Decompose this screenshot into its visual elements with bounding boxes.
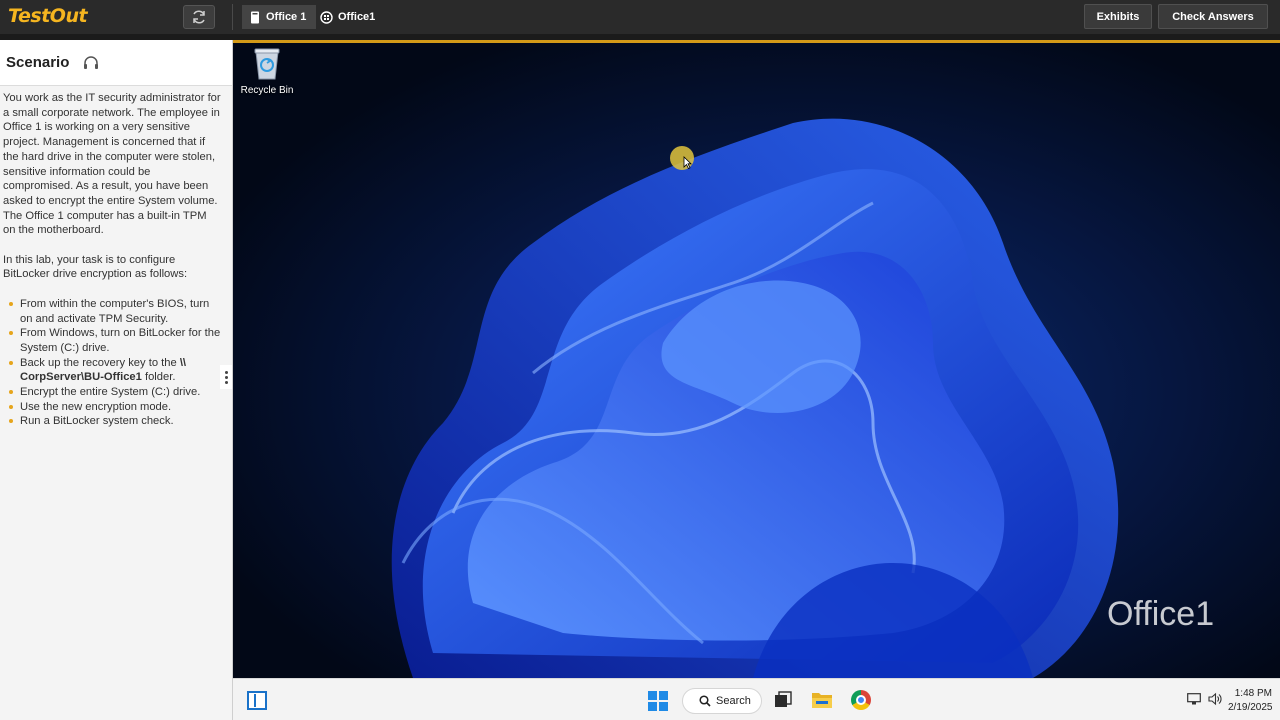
widgets-icon[interactable] — [247, 691, 267, 710]
desktop-icon-recycle-bin[interactable]: Recycle Bin — [238, 46, 296, 96]
headphones-icon[interactable] — [83, 55, 99, 70]
task-item: From within the computer's BIOS, turn on… — [3, 297, 222, 326]
scenario-paragraph: In this lab, your task is to configure B… — [3, 253, 188, 281]
breadcrumb-office-1[interactable]: Office 1 — [242, 5, 317, 29]
taskbar-search-button[interactable]: Search — [682, 688, 762, 714]
task-item: Use the new encryption mode. — [3, 400, 222, 415]
clock-date: 2/19/2025 — [1228, 702, 1273, 713]
volume-icon[interactable] — [1208, 692, 1222, 706]
app-toolbar: TestOut Office 1 Office1 Exhibits Check … — [0, 0, 1280, 34]
scenario-title: Scenario — [6, 54, 70, 71]
refresh-icon — [193, 10, 205, 24]
mouse-pointer-icon — [683, 156, 692, 169]
task-view-icon[interactable] — [774, 691, 792, 709]
breadcrumb-separator — [307, 5, 315, 29]
chrome-icon[interactable] — [851, 690, 871, 710]
refresh-button[interactable] — [183, 5, 215, 29]
task-item: Encrypt the entire System (C:) drive. — [3, 385, 222, 400]
start-tile — [648, 702, 657, 711]
scenario-body: You work as the IT security administrato… — [0, 86, 232, 720]
scenario-header: Scenario — [0, 40, 232, 86]
windows-taskbar: Search 1:48 PM 2/19/2025 — [233, 678, 1280, 720]
start-tile — [648, 691, 657, 700]
breadcrumb-office1[interactable]: Office1 — [320, 5, 375, 29]
computer-name-watermark: Office1 — [1107, 595, 1215, 633]
task-list: From within the computer's BIOS, turn on… — [3, 297, 222, 429]
search-label: Search — [716, 695, 751, 707]
start-tile — [659, 702, 668, 711]
network-icon[interactable] — [1187, 693, 1201, 705]
check-answers-button[interactable]: Check Answers — [1158, 4, 1268, 29]
task-item: Run a BitLocker system check. — [3, 414, 222, 429]
clock-time: 1:48 PM — [1234, 688, 1272, 699]
desktop-icon-label: Recycle Bin — [240, 85, 294, 96]
task-text: Back up the recovery key to the — [20, 356, 180, 369]
file-explorer-icon[interactable] — [811, 690, 833, 709]
system-clock[interactable]: 1:48 PM 2/19/2025 — [1228, 687, 1273, 715]
exhibits-button[interactable]: Exhibits — [1084, 4, 1152, 29]
start-button[interactable] — [648, 691, 668, 711]
toolbar-divider — [232, 4, 233, 30]
windows-circle-icon — [320, 10, 333, 24]
scenario-paragraph: You work as the IT security administrato… — [3, 92, 221, 237]
breadcrumb-label: Office1 — [338, 11, 376, 23]
recycle-bin-icon — [254, 48, 280, 80]
search-icon — [699, 695, 711, 707]
testout-logo: TestOut — [8, 5, 88, 27]
breadcrumb-label: Office 1 — [266, 11, 307, 23]
bloom-wallpaper — [391, 118, 1119, 678]
scenario-panel: Scenario You work as the IT security adm… — [0, 40, 233, 720]
panel-resize-handle[interactable] — [220, 365, 232, 389]
computer-tower-icon — [251, 11, 259, 23]
start-tile — [659, 691, 668, 700]
task-item: Back up the recovery key to the \\ CorpS… — [3, 356, 222, 385]
windows-desktop[interactable]: Recycle Bin Office1 — [233, 43, 1280, 678]
task-text: folder. — [141, 371, 176, 384]
task-item: From Windows, turn on BitLocker for the … — [3, 326, 222, 355]
